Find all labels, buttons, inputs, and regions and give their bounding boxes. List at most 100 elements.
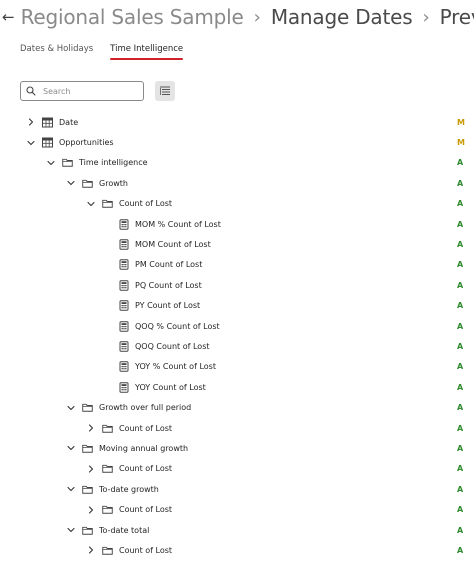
folder-icon <box>82 178 93 189</box>
folder-icon <box>102 423 113 434</box>
filter-list-icon <box>160 86 170 95</box>
filter-button[interactable] <box>155 81 175 101</box>
breadcrumb-regional-sales-sample[interactable]: Regional Sales Sample <box>21 5 244 29</box>
tree-item-label: QOQ % Count of Lost <box>135 321 220 331</box>
tree-item-label: Growth <box>99 178 128 188</box>
chevron-right-icon[interactable] <box>86 423 96 433</box>
tree-item-measure[interactable]: QOQ Count of Lost A <box>0 336 474 356</box>
status-indicator: A <box>457 382 464 392</box>
manage-dates-page: ← f x Regional Sales Sample › Manage Dat… <box>0 0 474 567</box>
status-indicator: A <box>457 484 464 494</box>
tree-item-measure[interactable]: MOM % Count of Lost A <box>0 214 474 234</box>
breadcrumb-manage-dates[interactable]: Manage Dates <box>271 5 413 29</box>
tree-item[interactable]: To-date growth A <box>0 479 474 499</box>
status-indicator: A <box>457 525 464 535</box>
status-indicator: A <box>457 240 464 250</box>
search-icon <box>26 86 36 96</box>
calculator-icon <box>118 300 129 311</box>
chevron-down-icon[interactable] <box>66 484 76 494</box>
tree-item-measure[interactable]: PQ Count of Lost A <box>0 275 474 295</box>
calculator-icon <box>118 259 129 271</box>
tree-item[interactable]: Count of Lost A <box>0 459 474 479</box>
status-indicator: A <box>457 158 464 168</box>
tree-item-label: Count of Lost <box>119 464 173 474</box>
chevron-right-icon[interactable] <box>86 545 96 555</box>
back-arrow-icon[interactable]: ← <box>2 3 15 31</box>
tree-item-measure[interactable]: QOQ % Count of Lost A <box>0 316 474 336</box>
status-indicator: A <box>457 545 464 555</box>
breadcrumb-preview[interactable]: Prev <box>440 5 474 29</box>
folder-icon <box>102 504 113 515</box>
tree-item-label: To-date growth <box>99 484 159 494</box>
folder-icon <box>82 443 93 454</box>
status-indicator: A <box>457 301 464 311</box>
table-icon <box>42 117 53 128</box>
status-indicator: A <box>457 423 464 433</box>
search-input[interactable] <box>43 86 138 96</box>
tree-item-label: PQ Count of Lost <box>135 280 202 290</box>
tree-item-label: MOM Count of Lost <box>135 240 211 250</box>
tree-item[interactable]: Time intelligence A <box>0 153 474 173</box>
calculator-icon <box>118 341 129 352</box>
status-indicator: A <box>457 178 464 188</box>
tree-item-label: Date <box>59 117 79 127</box>
chevron-down-icon[interactable] <box>46 158 56 168</box>
tree-item-label: YOY Count of Lost <box>135 382 206 392</box>
chevron-down-icon[interactable] <box>66 178 76 188</box>
chevron-right-icon[interactable] <box>26 117 36 127</box>
tree-item-label: To-date total <box>99 525 150 535</box>
tab-bar: Dates & Holidays Time Intelligence <box>20 44 183 66</box>
chevron-down-icon[interactable] <box>86 199 96 209</box>
tree-item-label: QOQ Count of Lost <box>135 341 210 351</box>
tree-item-measure[interactable]: PY Count of Lost A <box>0 296 474 316</box>
folder-icon <box>62 157 73 168</box>
header-bar: ← f x Regional Sales Sample › Manage Dat… <box>0 0 474 34</box>
calculator-icon <box>118 218 129 230</box>
calculator-icon <box>118 382 129 393</box>
chevron-down-icon[interactable] <box>66 443 76 453</box>
status-indicator: A <box>457 260 464 270</box>
tree-item[interactable]: Growth over full period A <box>0 397 474 417</box>
tree-item-label: Count of Lost <box>119 505 173 515</box>
search-box <box>20 81 144 101</box>
status-indicator: A <box>457 505 464 515</box>
chevron-down-icon[interactable] <box>66 525 76 535</box>
chevron-right-icon: › <box>253 6 261 28</box>
tree-item-label: PY Count of Lost <box>135 301 201 311</box>
tree-item[interactable]: Count of Lost A <box>0 194 474 214</box>
tree-item-measure[interactable]: YOY % Count of Lost A <box>0 357 474 377</box>
status-indicator: A <box>457 464 464 474</box>
folder-icon <box>82 484 93 495</box>
tree-item-label: PM Count of Lost <box>135 260 203 270</box>
tree-item-measure[interactable]: MOM Count of Lost A <box>0 234 474 254</box>
tree-item[interactable]: Date M <box>0 112 474 132</box>
chevron-down-icon[interactable] <box>26 138 36 148</box>
chevron-down-icon[interactable] <box>66 403 76 413</box>
folder-icon <box>82 525 93 536</box>
tree-item-measure[interactable]: YOY Count of Lost A <box>0 377 474 397</box>
folder-icon <box>102 198 113 209</box>
tree-item[interactable]: Count of Lost A <box>0 540 474 560</box>
chevron-right-icon[interactable] <box>86 505 96 515</box>
table-icon <box>42 137 53 148</box>
tree-item-label: YOY % Count of Lost <box>135 362 216 372</box>
folder-icon <box>82 402 93 413</box>
chevron-right-icon: › <box>422 6 430 28</box>
tree-item-measure[interactable]: PM Count of Lost A <box>0 255 474 275</box>
tree-item[interactable]: To-date total A <box>0 520 474 540</box>
tree-item[interactable]: Count of Lost A <box>0 499 474 519</box>
calculator-icon <box>118 361 129 373</box>
status-indicator: A <box>457 321 464 331</box>
status-indicator: A <box>457 280 464 290</box>
tree-item[interactable]: Growth A <box>0 173 474 193</box>
tree-item[interactable]: Count of Lost A <box>0 418 474 438</box>
chevron-right-icon[interactable] <box>86 464 96 474</box>
tree-item[interactable]: Moving annual growth A <box>0 438 474 458</box>
tree-item-label: Count of Lost <box>119 423 173 433</box>
tab-time-intelligence[interactable]: Time Intelligence <box>110 44 183 60</box>
tab-dates-holidays[interactable]: Dates & Holidays <box>20 44 93 60</box>
tree-item-label: Opportunities <box>59 138 114 148</box>
tree-item[interactable]: Opportunities M <box>0 132 474 152</box>
tree-item-label: Time intelligence <box>79 158 148 168</box>
tree-item-label: Count of Lost <box>119 545 173 555</box>
